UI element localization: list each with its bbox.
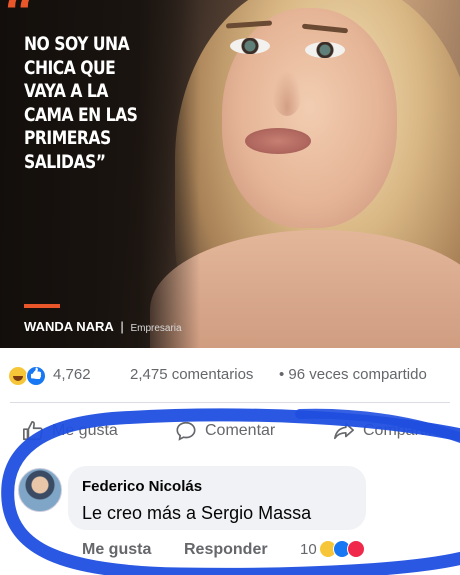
comment-like-link[interactable]: Me gusta: [82, 541, 151, 559]
quote-text: NO SOY UNA CHICA QUE VAYA A LA CAMA EN L…: [24, 33, 138, 173]
comment-reply-link[interactable]: Responder: [184, 541, 268, 559]
divider: [10, 402, 450, 403]
share-arrow-icon: [334, 422, 354, 440]
like-button-label: Me gusta: [52, 422, 118, 439]
reaction-count[interactable]: 4,762: [53, 366, 91, 383]
caption-role: Empresaria: [130, 323, 182, 334]
caption-separator: |: [120, 319, 124, 334]
share-count[interactable]: • 96 veces compartido: [279, 366, 427, 383]
share-button[interactable]: Compartir: [333, 418, 433, 444]
photo-nose: [272, 70, 302, 116]
share-button-label: Compartir: [363, 422, 434, 439]
comment-bubble-icon: [176, 421, 196, 441]
photo-eye-right: [305, 42, 345, 58]
post-image[interactable]: “ NO SOY UNA CHICA QUE VAYA A LA CAMA EN…: [0, 0, 460, 348]
photo-lips: [245, 128, 311, 154]
wow-icon: [347, 540, 365, 558]
comment-text: Le creo más a Sergio Massa: [82, 503, 312, 523]
comment-count[interactable]: 2,475 comentarios: [130, 366, 253, 383]
caption-name: WANDA NARA: [24, 319, 114, 334]
haha-icon[interactable]: [8, 366, 28, 386]
comment-button[interactable]: Comentar: [175, 418, 275, 444]
like-icon[interactable]: [26, 366, 46, 386]
post-stats: 4,762 2,475 comentarios • 96 veces compa…: [0, 360, 460, 390]
accent-bar: [24, 304, 60, 308]
thumbs-up-icon: [23, 421, 43, 441]
comment-author[interactable]: Federico Nicolás: [82, 478, 202, 495]
comment-button-label: Comentar: [205, 422, 276, 439]
like-button[interactable]: Me gusta: [22, 418, 118, 444]
comment-reaction-count[interactable]: 10: [300, 541, 317, 558]
avatar[interactable]: [18, 468, 62, 512]
photo-eye-left: [230, 38, 270, 54]
photo-caption: WANDA NARA | Empresaria: [24, 319, 182, 334]
